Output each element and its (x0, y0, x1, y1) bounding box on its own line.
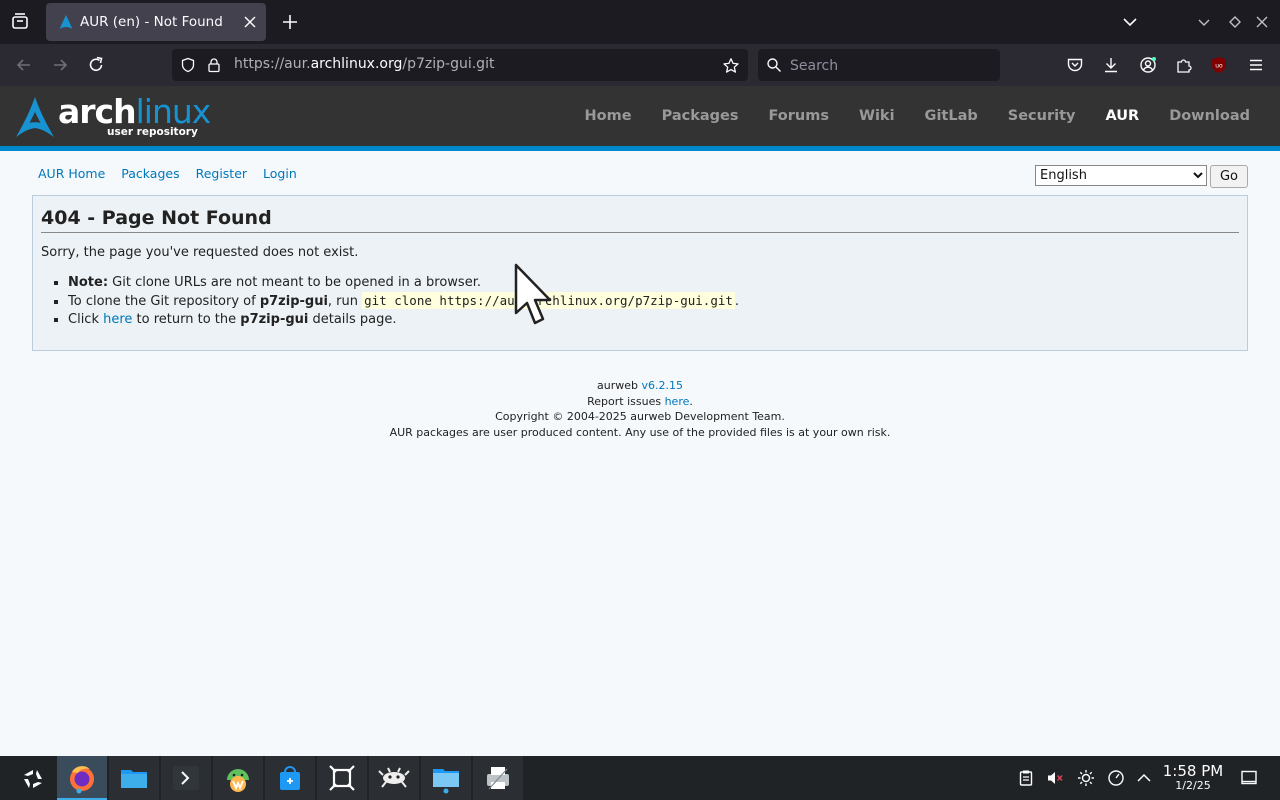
extensions-puzzle-icon[interactable] (1175, 56, 1193, 74)
volume-muted-icon[interactable] (1046, 769, 1064, 787)
window-minimize-icon[interactable] (1196, 14, 1212, 30)
arch-header: archlinux user repository Home Packages … (0, 86, 1280, 151)
tab-close-icon[interactable] (242, 14, 258, 30)
frame-tool-icon (329, 765, 355, 791)
error-box: 404 - Page Not Found Sorry, the page you… (32, 195, 1248, 351)
list-item-return: Click here to return to the p7zip-gui de… (68, 311, 739, 329)
mouse-cursor-icon (514, 263, 552, 325)
return-details-link[interactable]: here (103, 312, 132, 327)
nav-forums[interactable]: Forums (768, 108, 829, 124)
back-arrow-icon[interactable] (14, 55, 34, 75)
language-form: English Go (1035, 165, 1248, 188)
url-text[interactable]: https://aur.archlinux.org/p7zip-gui.git (234, 56, 494, 72)
search-bar[interactable] (758, 49, 1000, 81)
taskbar-app-store[interactable] (265, 756, 315, 800)
archlinux-logo[interactable]: archlinux user repository (14, 92, 214, 140)
nav-wiki[interactable]: Wiki (859, 108, 895, 124)
bug-icon (378, 767, 410, 788)
logo-subtitle: user repository (107, 126, 198, 138)
clipboard-icon[interactable] (1017, 769, 1035, 787)
firefox-icon (70, 766, 94, 794)
subnav-aur-home[interactable]: AUR Home (38, 166, 105, 181)
nav-aur[interactable]: AUR (1105, 108, 1139, 124)
nav-gitlab[interactable]: GitLab (925, 108, 978, 124)
lock-icon[interactable] (206, 57, 222, 73)
taskbar-file-manager-2[interactable] (421, 756, 471, 800)
downloads-icon[interactable] (1102, 56, 1120, 74)
tab-title: AUR (en) - Not Found (80, 14, 223, 30)
new-tab-icon[interactable] (280, 12, 300, 32)
system-clock[interactable]: 1:58 PM 1/2/25 (1160, 762, 1226, 792)
folder-icon (121, 770, 147, 788)
folder-icon (433, 769, 459, 794)
search-input[interactable] (788, 55, 992, 77)
window-close-icon[interactable] (1254, 14, 1270, 30)
taskbar-printer[interactable] (473, 756, 523, 800)
pocket-icon[interactable] (1066, 56, 1084, 74)
svg-text:uo: uo (1215, 63, 1223, 70)
copyright-text: Copyright © 2004-2025 aurweb Development… (495, 410, 785, 423)
nav-download[interactable]: Download (1169, 108, 1250, 124)
taskbar-file-manager[interactable] (109, 756, 159, 800)
aurweb-version-link[interactable]: v6.2.15 (641, 379, 683, 392)
account-icon[interactable] (1139, 56, 1157, 74)
arch-logo-icon (16, 97, 54, 137)
bookmark-star-icon[interactable] (722, 57, 740, 75)
taskbar-terminal[interactable] (161, 756, 211, 800)
ublock-origin-icon[interactable]: uo (1210, 56, 1228, 74)
language-go-button[interactable]: Go (1210, 165, 1248, 188)
taskbar-app-frame[interactable] (317, 756, 367, 800)
tab-list-icon[interactable] (8, 10, 32, 34)
tray-expand-chevron-icon[interactable] (1135, 769, 1153, 787)
nav-home[interactable]: Home (585, 108, 632, 124)
hamburger-menu-icon[interactable] (1247, 56, 1265, 74)
list-item-clone: To clone the Git repository of p7zip-gui… (68, 292, 739, 311)
nav-security[interactable]: Security (1008, 108, 1076, 124)
nav-packages[interactable]: Packages (662, 108, 739, 124)
taskbar-firefox[interactable] (57, 756, 107, 800)
browser-nav-bar: https://aur.archlinux.org/p7zip-gui.git … (0, 44, 1280, 86)
system-taskbar: 1:58 PM 1/2/25 (0, 756, 1280, 800)
browser-tab-bar: AUR (en) - Not Found (0, 0, 1280, 44)
error-message: Sorry, the page you've requested does no… (41, 245, 359, 260)
reload-icon[interactable] (86, 55, 106, 75)
page-title: 404 - Page Not Found (41, 207, 1239, 233)
arch-main-nav: Home Packages Forums Wiki GitLab Securit… (555, 86, 1250, 146)
info-list: Note: Git clone URLs are not meant to be… (41, 274, 739, 329)
subnav-login[interactable]: Login (263, 166, 297, 181)
disclaimer-text: AUR packages are user produced content. … (389, 425, 891, 439)
aur-subnav: AUR Home Packages Register Login (38, 166, 309, 181)
language-select[interactable]: English (1035, 165, 1207, 186)
brightness-icon[interactable] (1077, 769, 1095, 787)
browser-tab-active[interactable]: AUR (en) - Not Found (46, 3, 266, 41)
power-gauge-icon[interactable] (1107, 769, 1125, 787)
printer-icon (487, 767, 509, 790)
forward-arrow-icon[interactable] (50, 55, 70, 75)
report-issues-link[interactable]: here (665, 395, 690, 408)
list-all-tabs-chevron-icon[interactable] (1120, 12, 1140, 32)
window-maximize-icon[interactable] (1227, 14, 1243, 30)
list-item-note: Note: Git clone URLs are not meant to be… (68, 274, 739, 292)
taskbar-app-android[interactable] (213, 756, 263, 800)
search-icon (767, 58, 781, 72)
terminal-icon (173, 766, 199, 790)
green-robot-icon (227, 769, 249, 792)
url-bar[interactable]: https://aur.archlinux.org/p7zip-gui.git (172, 49, 748, 81)
page-footer: aurweb v6.2.15 Report issues here. Copyr… (0, 378, 1280, 440)
tracking-protection-shield-icon[interactable] (180, 57, 196, 73)
app-launcher-icon[interactable] (20, 766, 46, 792)
shopping-bag-icon (280, 766, 300, 790)
show-desktop-icon[interactable] (1240, 769, 1258, 787)
clock-date: 1/2/25 (1175, 779, 1211, 792)
subnav-register[interactable]: Register (196, 166, 247, 181)
taskbar-app-bug[interactable] (369, 756, 419, 800)
subnav-packages[interactable]: Packages (121, 166, 179, 181)
clock-time: 1:58 PM (1162, 762, 1224, 780)
arch-favicon-icon (59, 15, 73, 29)
